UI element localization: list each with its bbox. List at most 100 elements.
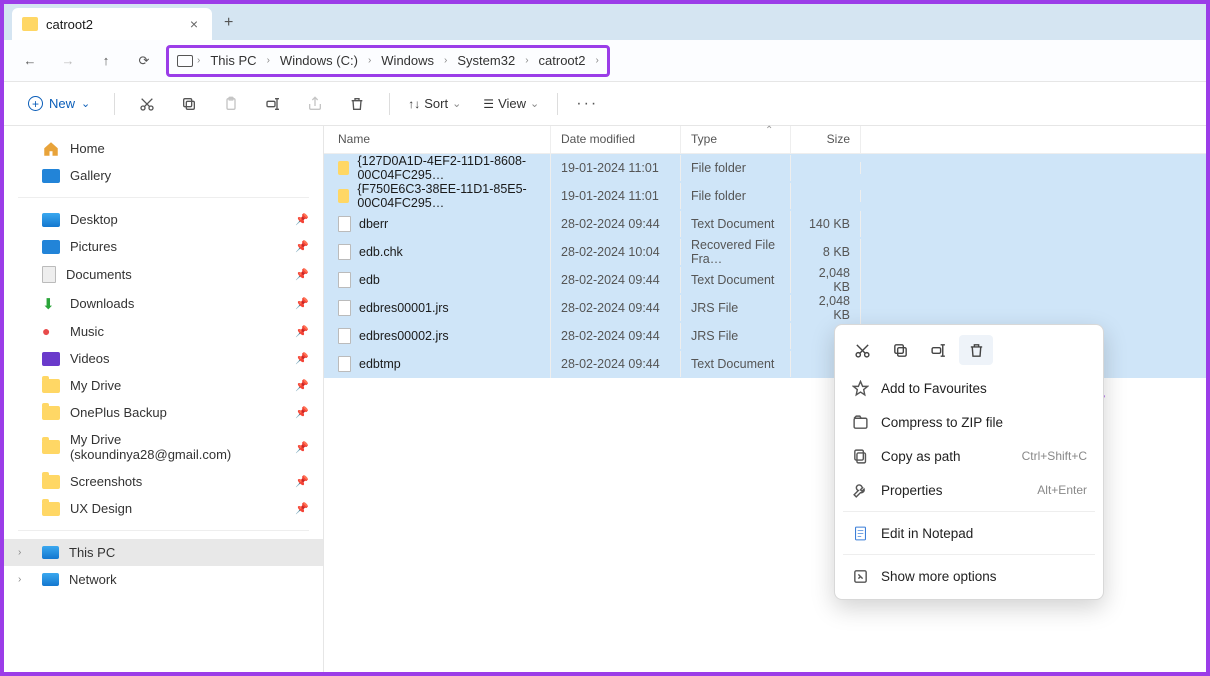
context-menu-item[interactable]: Compress to ZIP file <box>841 405 1097 439</box>
delete-icon[interactable] <box>343 90 371 118</box>
view-icon: ☰ <box>483 97 494 111</box>
close-tab-icon[interactable]: × <box>186 14 202 34</box>
back-button[interactable]: ← <box>14 46 46 76</box>
chevron-down-icon: ⌄ <box>530 97 539 110</box>
chevron-right-icon[interactable]: › <box>18 574 32 585</box>
sidebar-item[interactable]: OnePlus Backup📌 <box>4 399 323 426</box>
chevron-right-icon: › <box>596 55 599 66</box>
sidebar-item-label: Documents <box>66 267 132 282</box>
file-row[interactable]: edbres00001.jrs28-02-2024 09:44JRS File2… <box>324 294 1206 322</box>
breadcrumb[interactable]: › This PC › Windows (C:) › Windows › Sys… <box>166 45 610 77</box>
file-date: 28-02-2024 09:44 <box>551 267 681 293</box>
share-icon[interactable] <box>301 90 329 118</box>
pin-icon[interactable]: 📌 <box>295 406 309 419</box>
up-button[interactable]: ↑ <box>90 46 122 76</box>
chevron-right-icon: › <box>444 55 447 66</box>
tab-catroot2[interactable]: catroot2 × <box>12 8 212 40</box>
breadcrumb-item[interactable]: System32 <box>451 51 521 70</box>
column-date[interactable]: Date modified <box>551 126 681 153</box>
pin-icon[interactable]: 📌 <box>295 441 309 454</box>
paste-icon[interactable] <box>217 90 245 118</box>
sidebar-item[interactable]: My Drive (skoundinya28@gmail.com)📌 <box>4 426 323 468</box>
context-menu-item[interactable]: PropertiesAlt+Enter <box>841 473 1097 507</box>
file-type: JRS File <box>681 295 791 321</box>
sidebar-item[interactable]: ›This PC <box>4 539 323 566</box>
column-type[interactable]: Type <box>681 126 791 153</box>
sidebar-item-label: Downloads <box>70 296 134 311</box>
sidebar-item[interactable]: Pictures📌 <box>4 233 323 260</box>
copy-icon[interactable] <box>883 335 917 365</box>
pin-icon[interactable]: 📌 <box>295 379 309 392</box>
sidebar-item[interactable]: Desktop📌 <box>4 206 323 233</box>
sidebar-item[interactable]: My Drive📌 <box>4 372 323 399</box>
sidebar-item[interactable]: UX Design📌 <box>4 495 323 522</box>
more-button[interactable]: ··· <box>576 95 598 113</box>
cut-icon[interactable] <box>845 335 879 365</box>
new-button[interactable]: + New ⌄ <box>22 92 96 115</box>
new-tab-button[interactable]: + <box>212 6 245 40</box>
pin-icon[interactable]: 📌 <box>295 325 309 338</box>
file-type: File folder <box>681 155 791 181</box>
breadcrumb-item[interactable]: Windows (C:) <box>274 51 364 70</box>
file-row[interactable]: edb28-02-2024 09:44Text Document2,048 KB <box>324 266 1206 294</box>
new-label: New <box>49 96 75 111</box>
tab-bar: catroot2 × + <box>4 4 1206 40</box>
chevron-up-icon[interactable]: ⌃ <box>765 125 773 136</box>
file-row[interactable]: edb.chk28-02-2024 10:04Recovered File Fr… <box>324 238 1206 266</box>
sidebar-item[interactable]: Gallery <box>4 162 323 189</box>
sidebar-item-label: Music <box>70 324 104 339</box>
sort-button[interactable]: ↑↓ Sort ⌄ <box>408 96 461 111</box>
pin-icon[interactable]: 📌 <box>295 352 309 365</box>
file-date: 19-01-2024 11:01 <box>551 155 681 181</box>
file-date: 19-01-2024 11:01 <box>551 183 681 209</box>
cut-icon[interactable] <box>133 90 161 118</box>
file-size: 2,048 KB <box>791 288 861 328</box>
sidebar-item-label: Gallery <box>70 168 111 183</box>
separator <box>843 554 1095 555</box>
file-row[interactable]: {F750E6C3-38EE-11D1-85E5-00C04FC295… 19-0… <box>324 182 1206 210</box>
context-menu-label: Add to Favourites <box>881 381 987 396</box>
pin-icon[interactable]: 📌 <box>295 297 309 310</box>
pin-icon[interactable]: 📌 <box>295 240 309 253</box>
chevron-right-icon: › <box>368 55 371 66</box>
sidebar-item[interactable]: Documents 📌 <box>4 260 323 289</box>
sidebar-item[interactable]: ›Network <box>4 566 323 593</box>
breadcrumb-item[interactable]: This PC <box>204 51 262 70</box>
chevron-right-icon[interactable]: › <box>18 547 32 558</box>
context-menu-label: Compress to ZIP file <box>881 415 1003 430</box>
breadcrumb-item[interactable]: Windows <box>375 51 440 70</box>
context-menu-item[interactable]: Edit in Notepad <box>841 516 1097 550</box>
delete-icon[interactable] <box>959 335 993 365</box>
chevron-right-icon: › <box>267 55 270 66</box>
column-name[interactable]: Name <box>324 126 551 153</box>
file-type: File folder <box>681 183 791 209</box>
sidebar-item[interactable]: ●Music📌 <box>4 317 323 345</box>
context-menu-item[interactable]: Copy as pathCtrl+Shift+C <box>841 439 1097 473</box>
pin-icon[interactable]: 📌 <box>295 502 309 515</box>
sidebar-item[interactable]: Videos📌 <box>4 345 323 372</box>
view-button[interactable]: ☰ View ⌄ <box>483 96 539 111</box>
column-headers[interactable]: ⌃ Name Date modified Type Size <box>324 126 1206 154</box>
breadcrumb-item[interactable]: catroot2 <box>533 51 592 70</box>
rename-icon[interactable] <box>921 335 955 365</box>
sidebar-item[interactable]: ⬇Downloads📌 <box>4 289 323 317</box>
forward-button[interactable]: → <box>52 46 84 76</box>
file-name: edbres00002.jrs <box>359 329 449 343</box>
column-size[interactable]: Size <box>791 126 861 153</box>
rename-icon[interactable] <box>259 90 287 118</box>
file-date: 28-02-2024 09:44 <box>551 295 681 321</box>
refresh-button[interactable]: ⟳ <box>128 46 160 76</box>
toolbar: + New ⌄ ↑↓ Sort ⌄ ☰ View ⌄ ··· <box>4 82 1206 126</box>
pin-icon[interactable]: 📌 <box>295 475 309 488</box>
copy-icon[interactable] <box>175 90 203 118</box>
context-menu-item[interactable]: Show more options <box>841 559 1097 593</box>
context-menu-item[interactable]: Add to Favourites <box>841 371 1097 405</box>
context-menu-label: Copy as path <box>881 449 961 464</box>
file-size: 140 KB <box>791 211 861 237</box>
sidebar-item[interactable]: Home <box>4 134 323 162</box>
pin-icon[interactable]: 📌 <box>295 213 309 226</box>
sidebar-item[interactable]: Screenshots📌 <box>4 468 323 495</box>
pin-icon[interactable]: 📌 <box>295 268 309 281</box>
file-name: edb.chk <box>359 245 403 259</box>
file-name: {F750E6C3-38EE-11D1-85E5-00C04FC295… <box>357 182 540 210</box>
